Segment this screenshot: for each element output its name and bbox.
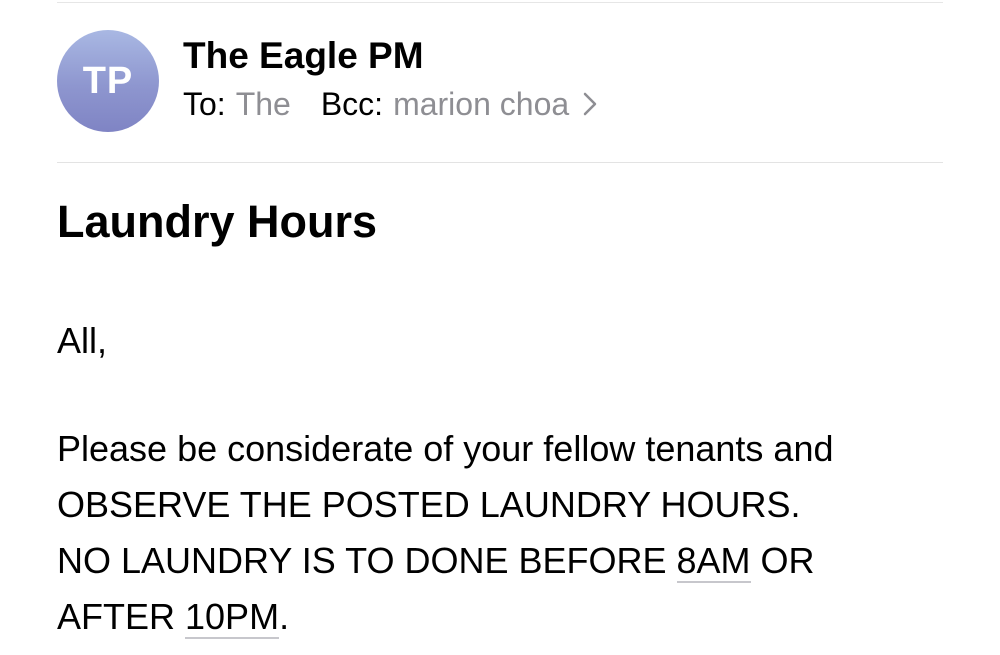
recipients-row[interactable]: To: The Bcc: marion choa: [183, 86, 597, 122]
time-link-10pm[interactable]: 10PM: [185, 596, 280, 639]
email-subject: Laundry Hours: [57, 196, 378, 247]
header-divider: [57, 162, 943, 163]
avatar-initials: TP: [82, 60, 134, 102]
email-greeting: All,: [57, 320, 108, 361]
body-text-segment: AFTER: [57, 596, 186, 637]
body-line: AFTER 10PM.: [57, 589, 834, 645]
chevron-right-icon[interactable]: [583, 92, 597, 116]
body-line: NO LAUNDRY IS TO DONE BEFORE 8AM OR: [57, 533, 834, 589]
top-divider: [57, 2, 943, 3]
to-label: To:: [183, 86, 226, 122]
message-header: TP The Eagle PM To: The Bcc: marion choa: [57, 30, 943, 134]
time-link-8am[interactable]: 8AM: [676, 540, 751, 583]
sender-name[interactable]: The Eagle PM: [183, 36, 424, 76]
sender-avatar[interactable]: TP: [57, 30, 159, 132]
bcc-label: Bcc:: [320, 86, 384, 122]
to-recipient[interactable]: The: [236, 86, 291, 122]
body-line: Please be considerate of your fellow ten…: [57, 428, 834, 469]
email-body-paragraph: Please be considerate of your fellow ten…: [57, 421, 834, 645]
body-text-segment: OR: [750, 540, 815, 581]
bcc-recipient[interactable]: marion choa: [393, 86, 569, 122]
body-text-segment: .: [279, 596, 290, 637]
body-line: OBSERVE THE POSTED LAUNDRY HOURS.: [57, 484, 801, 525]
body-text-segment: NO LAUNDRY IS TO DONE BEFORE: [57, 540, 677, 581]
